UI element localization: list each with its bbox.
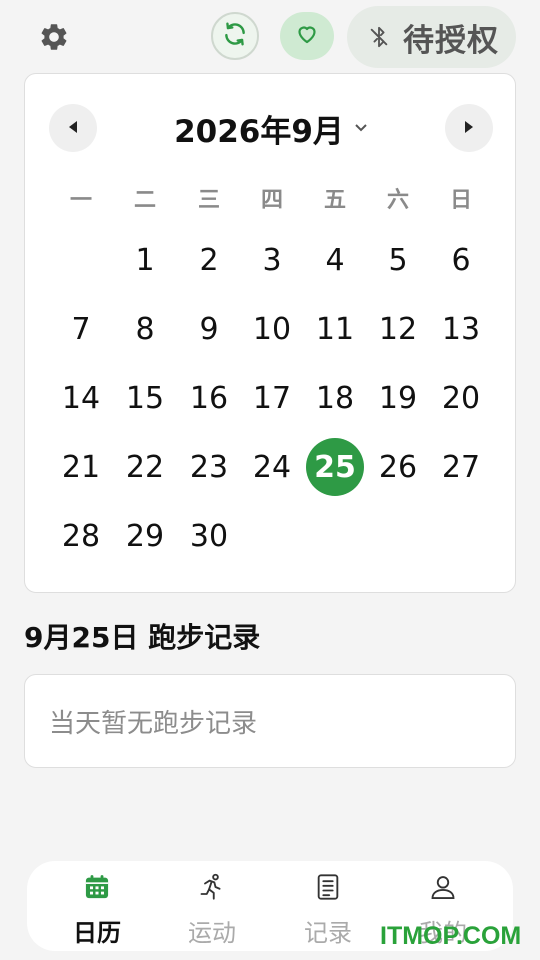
day-cell[interactable]: 6 (432, 231, 490, 289)
weekday-label: 六 (386, 188, 409, 213)
day-cell[interactable]: 4 (306, 231, 364, 289)
weekday-header: 一二三四五六日 (25, 182, 517, 216)
day-cell[interactable]: 2 (180, 231, 238, 289)
day-cell[interactable]: 3 (243, 231, 301, 289)
heart-icon (295, 22, 319, 50)
tab-records[interactable]: 记录 (278, 861, 378, 951)
month-label: 2026年9月 (174, 113, 344, 150)
empty-record-text: 当天暂无跑步记录 (49, 708, 258, 739)
day-cell[interactable]: 17 (243, 369, 301, 427)
tab-label: 运动 (188, 919, 236, 947)
weekday-label: 日 (449, 188, 472, 213)
day-cell[interactable]: 26 (369, 438, 427, 496)
record-card: 当天暂无跑步记录 (24, 674, 516, 768)
watermark: ITMOP.COM (380, 922, 522, 950)
day-cell[interactable]: 29 (116, 507, 174, 565)
day-cell[interactable]: 18 (306, 369, 364, 427)
day-cell[interactable]: 24 (243, 438, 301, 496)
day-cell[interactable]: 28 (52, 507, 110, 565)
weekday-label: 三 (197, 188, 220, 213)
tab-sport[interactable]: 运动 (162, 861, 262, 951)
chevron-down-icon (354, 121, 368, 135)
record-title: 9月25日 跑步记录 (24, 621, 261, 654)
day-cell[interactable]: 19 (369, 369, 427, 427)
document-icon (314, 873, 342, 901)
day-cell[interactable]: 20 (432, 369, 490, 427)
day-cell[interactable]: 13 (432, 300, 490, 358)
selected-day-cell[interactable]: 25 (306, 438, 364, 496)
day-cell[interactable]: 8 (116, 300, 174, 358)
user-icon (429, 873, 457, 901)
calendar-card: 2026年9月 一二三四五六日 1 2 3 4 5 6 7 8 9 10 11 12 13 14 15 16 1… (24, 73, 516, 593)
day-cell[interactable]: 5 (369, 231, 427, 289)
bluetooth-auth-button[interactable]: 待授权 (347, 6, 516, 68)
day-cell[interactable]: 12 (369, 300, 427, 358)
day-cell[interactable]: 9 (180, 300, 238, 358)
top-bar: 待授权 (0, 0, 540, 70)
calendar-icon (83, 873, 111, 901)
auth-status-label: 待授权 (403, 22, 499, 59)
tab-calendar[interactable]: 日历 (47, 861, 147, 951)
gear-icon[interactable] (36, 19, 72, 55)
triangle-right-icon (463, 119, 475, 138)
day-cell[interactable]: 10 (243, 300, 301, 358)
day-cell[interactable]: 30 (180, 507, 238, 565)
weekday-label: 五 (323, 188, 346, 213)
health-button[interactable] (280, 12, 334, 60)
weekday-label: 四 (260, 188, 283, 213)
day-cell[interactable]: 15 (116, 369, 174, 427)
day-cell[interactable]: 1 (116, 231, 174, 289)
weekday-label: 二 (133, 188, 156, 213)
tab-label: 记录 (304, 919, 352, 947)
day-cell[interactable]: 23 (180, 438, 238, 496)
day-cell[interactable]: 21 (52, 438, 110, 496)
day-cell[interactable]: 16 (180, 369, 238, 427)
day-cell[interactable]: 22 (116, 438, 174, 496)
month-selector[interactable]: 2026年9月 (25, 104, 517, 152)
running-icon (198, 873, 226, 901)
tab-label: 日历 (73, 919, 121, 947)
day-cell[interactable]: 27 (432, 438, 490, 496)
day-cell[interactable]: 7 (52, 300, 110, 358)
day-cell[interactable]: 11 (306, 300, 364, 358)
day-cell[interactable]: 14 (52, 369, 110, 427)
weekday-label: 一 (69, 188, 92, 213)
bluetooth-off-icon (367, 25, 391, 49)
next-month-button[interactable] (445, 104, 493, 152)
refresh-icon (222, 21, 248, 51)
sync-button[interactable] (211, 12, 259, 60)
